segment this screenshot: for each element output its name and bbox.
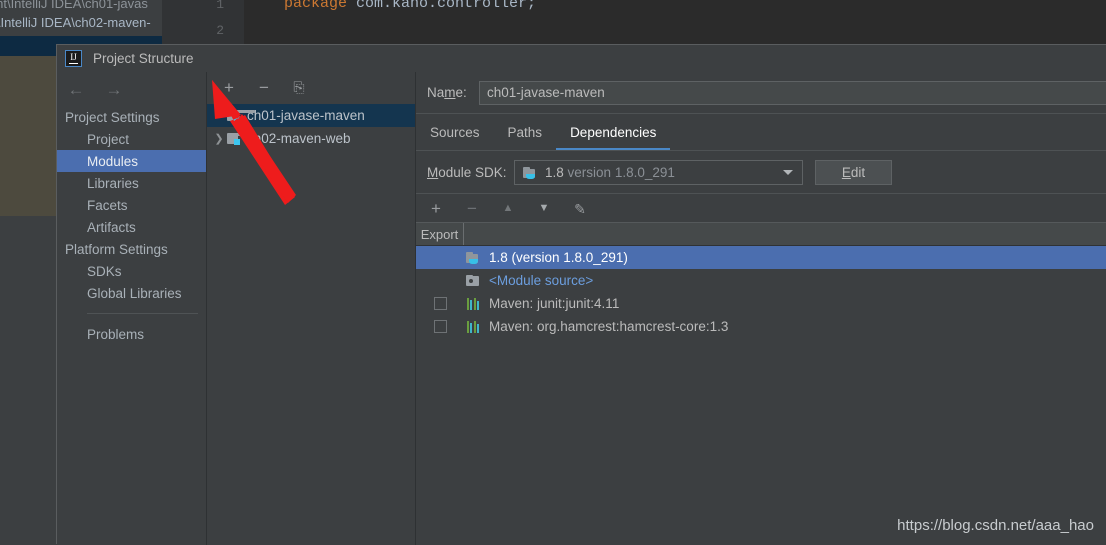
arrow-right-icon[interactable]: →	[103, 79, 125, 99]
name-label-suffix: e:	[455, 85, 467, 100]
dependencies-table-header: Export	[416, 222, 1106, 246]
project-path-fragments: ient\IntelliJ IDEA\ch01-javas nt\Intelli…	[0, 0, 162, 36]
jar-library-icon	[464, 297, 482, 310]
add-module-button[interactable]: +	[220, 78, 238, 96]
code-identifier: com.kaho.controller;	[347, 0, 537, 12]
tree-item-label: ch02-maven-web	[247, 131, 351, 146]
copy-module-button[interactable]: ⎘	[290, 78, 308, 96]
sidebar-item-global-libraries[interactable]: Global Libraries	[57, 282, 206, 304]
move-down-button[interactable]: ▼	[535, 200, 553, 218]
export-cell[interactable]	[416, 320, 464, 333]
jdk-icon	[523, 166, 538, 179]
module-sdk-dropdown[interactable]: 1.8 version 1.8.0_291	[514, 160, 803, 185]
module-sdk-value: 1.8 version 1.8.0_291	[545, 165, 675, 180]
modules-tree: ch01-javase-maven ❯ ch02-maven-web	[207, 104, 415, 150]
watermark: https://blog.csdn.net/aaa_hao	[897, 517, 1094, 534]
table-row[interactable]: Maven: junit:junit:4.11	[416, 292, 1106, 315]
name-label-mnemonic: m	[444, 85, 456, 100]
nav-divider	[87, 313, 198, 314]
dependency-label: Maven: org.hamcrest:hamcrest-core:1.3	[489, 319, 729, 334]
module-icon	[227, 109, 255, 122]
jdk-icon	[464, 251, 482, 264]
tab-dependencies[interactable]: Dependencies	[556, 116, 671, 150]
name-label-prefix: Na	[427, 85, 445, 100]
background-lower-region	[0, 216, 56, 544]
background-olive-region	[0, 56, 56, 216]
arrow-left-icon[interactable]: ←	[65, 79, 87, 99]
module-details-panel: Name: Sources Paths Dependencies Module …	[416, 72, 1106, 545]
code-keyword: package	[284, 0, 348, 12]
sidebar-item-project[interactable]: Project	[57, 128, 206, 150]
edit-sdk-button[interactable]: Edit	[815, 160, 892, 185]
module-source-icon	[464, 275, 482, 286]
sdk-label-rest: odule SDK:	[438, 165, 507, 180]
editor-gutter: 1 2	[162, 0, 244, 44]
project-path-line-1: ient\IntelliJ IDEA\ch01-javas	[0, 0, 148, 11]
edit-button-rest: dit	[850, 165, 866, 180]
tab-sources[interactable]: Sources	[416, 116, 494, 150]
export-checkbox[interactable]	[433, 297, 447, 310]
jar-library-icon	[464, 320, 482, 333]
tree-item-label: ch01-javase-maven	[247, 108, 365, 123]
tree-item-ch01-javase-maven[interactable]: ch01-javase-maven	[207, 104, 415, 127]
project-path-line-2: nt\IntelliJ IDEA\ch02-maven-	[0, 15, 151, 30]
remove-module-button[interactable]: −	[255, 78, 273, 96]
sidebar-item-artifacts[interactable]: Artifacts	[57, 216, 206, 238]
nav-group-project-settings: Project Settings	[65, 109, 160, 125]
export-checkbox[interactable]	[433, 320, 447, 333]
edit-dependency-button[interactable]: ✎	[571, 200, 589, 218]
intellij-logo-icon: IJ	[65, 50, 82, 67]
table-row[interactable]: <Module source>	[416, 269, 1106, 292]
gutter-line-number-2: 2	[216, 23, 224, 38]
module-name-row: Name:	[416, 72, 1106, 114]
sidebar-item-problems[interactable]: Problems	[57, 323, 206, 345]
code-line-1: package com.kaho.controller;	[284, 0, 536, 12]
editor-selection-band-2	[0, 44, 56, 56]
module-name-input[interactable]	[479, 80, 1106, 105]
settings-navigation-panel: ← → Project Settings Project Modules Lib…	[57, 72, 207, 545]
column-header-export[interactable]: Export	[416, 223, 464, 245]
chevron-right-icon[interactable]: ❯	[211, 132, 227, 145]
module-icon	[227, 132, 255, 145]
sidebar-item-modules[interactable]: Modules	[57, 150, 206, 172]
add-dependency-button[interactable]: +	[427, 200, 445, 218]
dependencies-toolbar: + − ▲ ▼ ✎	[416, 195, 1106, 222]
table-row[interactable]: Maven: org.hamcrest:hamcrest-core:1.3	[416, 315, 1106, 338]
move-up-button[interactable]: ▲	[499, 200, 517, 218]
intellij-logo-text: IJ	[70, 52, 77, 62]
dialog-titlebar: IJ Project Structure	[57, 45, 1106, 72]
edit-button-mnemonic: E	[841, 165, 851, 180]
nav-history-controls: ← →	[57, 72, 206, 106]
export-cell[interactable]	[416, 297, 464, 310]
table-row[interactable]: 1.8 (version 1.8.0_291)	[416, 246, 1106, 269]
module-name-label: Name:	[427, 85, 479, 100]
dependency-label: 1.8 (version 1.8.0_291)	[489, 250, 628, 265]
module-sdk-row: Module SDK: 1.8 version 1.8.0_291 Edit	[416, 152, 1106, 194]
editor-code-area[interactable]: package com.kaho.controller;	[244, 0, 1106, 44]
dependency-label: Maven: junit:junit:4.11	[489, 296, 620, 311]
modules-toolbar: + − ⎘	[207, 72, 415, 102]
tab-paths[interactable]: Paths	[494, 116, 557, 150]
remove-dependency-button[interactable]: −	[463, 200, 481, 218]
dependency-label: <Module source>	[489, 273, 594, 288]
project-structure-dialog: IJ Project Structure ← → Project Setting…	[56, 44, 1106, 545]
nav-group-platform-settings: Platform Settings	[65, 241, 168, 257]
module-sdk-label: Module SDK:	[427, 165, 514, 180]
sdk-version: version 1.8.0_291	[567, 165, 675, 180]
modules-tree-panel: + − ⎘ ch01-javase-maven ❯ ch02-maven-web	[207, 72, 416, 545]
gutter-line-number-1: 1	[216, 0, 224, 12]
tree-item-ch02-maven-web[interactable]: ❯ ch02-maven-web	[207, 127, 415, 150]
sdk-label-mnemonic: M	[427, 165, 439, 180]
chevron-down-icon[interactable]	[783, 170, 793, 175]
sidebar-item-libraries[interactable]: Libraries	[57, 172, 206, 194]
dependencies-table: 1.8 (version 1.8.0_291) <Module source> …	[416, 246, 1106, 338]
sidebar-item-sdks[interactable]: SDKs	[57, 260, 206, 282]
module-tabs: Sources Paths Dependencies	[416, 115, 1106, 151]
dialog-title: Project Structure	[93, 51, 194, 66]
sidebar-item-facets[interactable]: Facets	[57, 194, 206, 216]
sdk-name: 1.8	[545, 165, 564, 180]
